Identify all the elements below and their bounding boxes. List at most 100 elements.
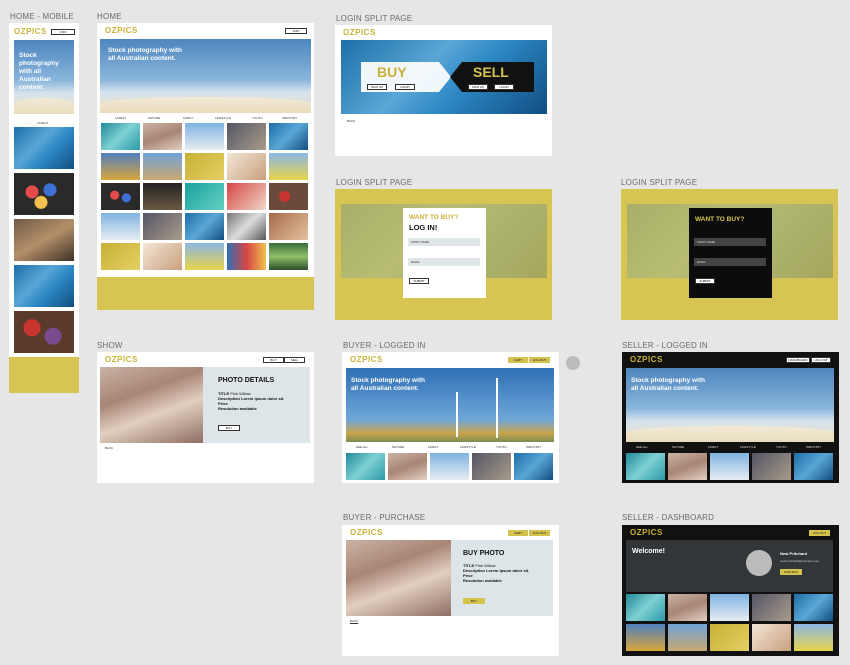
photo-tile[interactable]: [185, 123, 224, 150]
category-family[interactable]: FAMILY: [183, 116, 193, 120]
photo-tile[interactable]: [101, 213, 140, 240]
category-nature[interactable]: NATURE: [148, 116, 160, 120]
log-out-button[interactable]: LOG OUT: [809, 530, 830, 536]
photo-tile[interactable]: [794, 453, 833, 480]
submit-button[interactable]: SUBMIT: [409, 278, 429, 284]
photo-tile[interactable]: [227, 213, 266, 240]
submit-button[interactable]: SUBMIT: [695, 278, 715, 284]
first-name-field[interactable]: FIRST NAME: [694, 238, 766, 246]
photo-tile[interactable]: [626, 624, 665, 651]
photo-tile[interactable]: [752, 594, 791, 621]
buy-login-button[interactable]: LOGIN: [395, 84, 415, 90]
photo-tile[interactable]: [668, 594, 707, 621]
sell-nav-button[interactable]: SELL: [284, 357, 305, 363]
sub-info-button[interactable]: SUB INFO: [780, 569, 802, 575]
photo-tile[interactable]: [388, 453, 427, 480]
photo-tile[interactable]: [752, 453, 791, 480]
log-out-button[interactable]: LOG OUT: [529, 357, 550, 363]
photo-tile[interactable]: [185, 183, 224, 210]
photo-tile[interactable]: [626, 594, 665, 621]
photo-tile[interactable]: [227, 183, 266, 210]
category-lifestyle[interactable]: LIFESTYLE: [740, 445, 756, 449]
photo-tile[interactable]: [227, 123, 266, 150]
mobile-photo-5[interactable]: [14, 311, 74, 353]
photo-tile[interactable]: [143, 153, 182, 180]
email-field[interactable]: EMAIL: [694, 258, 766, 266]
photo-tile[interactable]: [227, 153, 266, 180]
photo-tile[interactable]: [227, 243, 266, 270]
log-out-button[interactable]: LOG OUT: [811, 357, 831, 363]
category-industry[interactable]: INDUSTRY: [526, 445, 541, 449]
photo-tile[interactable]: [143, 183, 182, 210]
category-youth[interactable]: YOUTH: [252, 116, 263, 120]
latest-label[interactable]: LATEST: [37, 121, 48, 125]
photo-tile[interactable]: [710, 594, 749, 621]
photo-tile[interactable]: [269, 213, 308, 240]
photo-tile[interactable]: [710, 624, 749, 651]
photo-tile[interactable]: [185, 243, 224, 270]
dashboard-button[interactable]: DASHBOARD: [786, 357, 810, 363]
mobile-photo-3[interactable]: [14, 219, 74, 261]
photo-tile[interactable]: [101, 123, 140, 150]
photo-tile[interactable]: [752, 624, 791, 651]
join-button[interactable]: JOIN: [51, 29, 75, 35]
photo-tile[interactable]: [143, 243, 182, 270]
category-industry[interactable]: INDUSTRY: [282, 116, 297, 120]
buy-nav-button[interactable]: BUY: [263, 357, 284, 363]
photo-tile[interactable]: [269, 153, 308, 180]
category-family[interactable]: FAMILY: [428, 445, 438, 449]
photo-tile[interactable]: [346, 453, 385, 480]
photo-tile[interactable]: [269, 123, 308, 150]
photo-tile[interactable]: [101, 183, 140, 210]
category-latest[interactable]: LATEST: [115, 116, 126, 120]
photo-tile[interactable]: [269, 243, 308, 270]
photo-tile[interactable]: [626, 453, 665, 480]
photo-tile[interactable]: [472, 453, 511, 480]
photo-tile[interactable]: [143, 213, 182, 240]
photo-tile[interactable]: [668, 624, 707, 651]
category-lifestyle[interactable]: LIFESTYLE: [460, 445, 476, 449]
back-link[interactable]: BACK: [350, 619, 358, 623]
cart-button[interactable]: CART: [508, 530, 528, 536]
board-buyer-purchase: OZPICS CART LOG OUT BUY PHOTO TITLE Pink…: [342, 525, 559, 656]
photo-tile[interactable]: [514, 453, 553, 480]
back-link[interactable]: BACK: [347, 119, 355, 123]
seller-name: Neal Pritchard: [780, 551, 808, 556]
email-field[interactable]: EMAIL: [408, 258, 480, 266]
category-lifestyle[interactable]: LIFESTYLE: [215, 116, 231, 120]
mobile-photo-1[interactable]: [14, 127, 74, 169]
photo-tile[interactable]: [101, 153, 140, 180]
photo-tile[interactable]: [710, 453, 749, 480]
buy-button[interactable]: BUY: [218, 425, 240, 431]
category-youth[interactable]: YOUTH: [776, 445, 787, 449]
photo-tile[interactable]: [101, 243, 140, 270]
category-youth[interactable]: YOUTH: [496, 445, 507, 449]
board-login-modal-light: WANT TO BUY? LOG IN! FIRST NAME EMAIL SU…: [335, 189, 552, 320]
mobile-photo-2[interactable]: [14, 173, 74, 215]
category-nature[interactable]: NATURE: [392, 445, 404, 449]
photo-tile[interactable]: [794, 594, 833, 621]
cart-button[interactable]: CART: [508, 357, 528, 363]
category-industry[interactable]: INDUSTRY: [806, 445, 821, 449]
photo-tile[interactable]: [185, 213, 224, 240]
join-button[interactable]: JOIN: [285, 28, 307, 34]
buy-sign-up-button[interactable]: SIGN UP: [367, 84, 387, 90]
category-see-all[interactable]: SEE ALL: [636, 445, 648, 449]
back-link[interactable]: BACK: [105, 446, 113, 450]
photo-tile[interactable]: [668, 453, 707, 480]
category-see-all[interactable]: SEE ALL: [356, 445, 368, 449]
photo-tile[interactable]: [269, 183, 308, 210]
photo-tile[interactable]: [430, 453, 469, 480]
category-nature[interactable]: NATURE: [672, 445, 684, 449]
board-home-mobile: OZPICS JOIN Stock photography with all A…: [9, 23, 79, 393]
photo-tile[interactable]: [794, 624, 833, 651]
photo-tile[interactable]: [185, 153, 224, 180]
category-family[interactable]: FAMILY: [708, 445, 718, 449]
log-out-button[interactable]: LOG OUT: [529, 530, 550, 536]
first-name-field[interactable]: FIRST NAME: [408, 238, 480, 246]
buy-button[interactable]: BUY: [463, 598, 485, 604]
sell-login-button[interactable]: LOGIN: [494, 84, 514, 90]
photo-tile[interactable]: [143, 123, 182, 150]
sell-sign-up-button[interactable]: SIGN UP: [468, 84, 488, 90]
mobile-photo-4[interactable]: [14, 265, 74, 307]
